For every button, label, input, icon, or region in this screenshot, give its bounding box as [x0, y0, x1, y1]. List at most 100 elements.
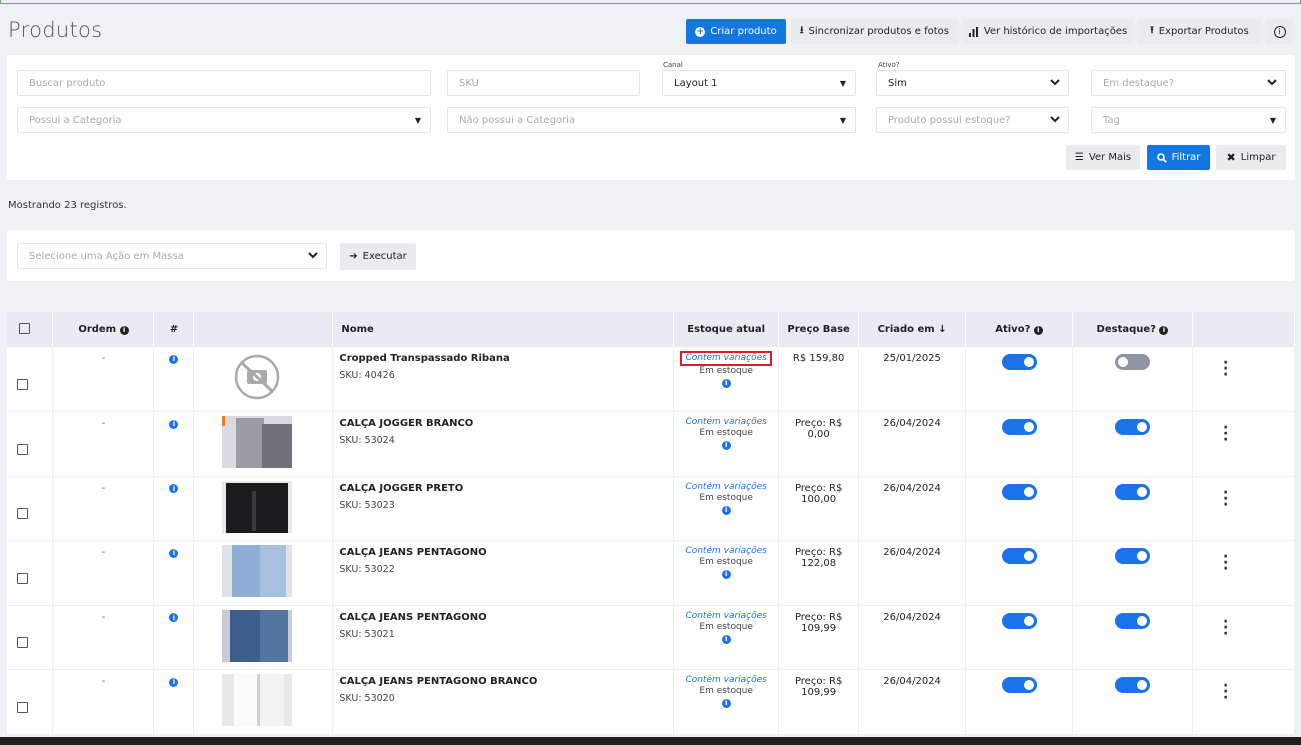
no-category-select[interactable]: Não possui a Categoria ▼ [447, 107, 856, 133]
row-checkbox[interactable] [17, 379, 28, 390]
info-icon[interactable]: i [721, 379, 731, 388]
sync-products-button[interactable]: ⭳ Sincronizar produtos e fotos [791, 19, 958, 44]
more-actions-icon[interactable]: · · · [1223, 421, 1228, 447]
active-toggle[interactable] [1001, 612, 1037, 629]
product-name[interactable]: CALÇA JEANS PENTAGONO BRANCO [339, 676, 667, 687]
featured-cell [1072, 669, 1193, 735]
variations-link[interactable]: Contém variações [682, 675, 769, 686]
stock-cell: Contém variações Em estoque i [673, 540, 780, 606]
has-stock-select[interactable]: Produto possui estoque? [876, 107, 1069, 133]
active-toggle[interactable] [1001, 483, 1037, 500]
search-input[interactable]: Buscar produto [17, 70, 431, 96]
more-filters-button[interactable]: ☰ Ver Mais [1066, 145, 1140, 170]
row-checkbox[interactable] [17, 637, 28, 649]
active-select[interactable]: Sim [876, 70, 1069, 96]
variations-link[interactable]: Contém variações [682, 482, 769, 493]
info-icon[interactable]: i [721, 570, 731, 579]
stock-status: Em estoque [699, 428, 753, 438]
product-image [222, 609, 293, 662]
variations-link[interactable]: Contém variações [682, 611, 769, 622]
clear-button[interactable]: ✖ Limpar [1216, 145, 1286, 170]
info-button[interactable]: i [1266, 19, 1293, 44]
more-actions-icon[interactable]: · · · [1223, 356, 1228, 382]
product-name[interactable]: CALÇA JOGGER BRANCO [339, 418, 667, 429]
info-icon[interactable]: i [721, 441, 731, 450]
row-checkbox[interactable] [17, 443, 28, 455]
header-stock[interactable]: Estoque atual [673, 312, 780, 347]
row-checkbox[interactable] [17, 572, 28, 584]
export-products-button[interactable]: ⭱ Exportar Produtos [1138, 19, 1261, 44]
name-cell: CALÇA JOGGER PRETO SKU: 53023 [332, 476, 675, 541]
sku-input[interactable]: SKU [447, 70, 640, 96]
featured-toggle[interactable] [1115, 612, 1150, 629]
row-checkbox[interactable] [17, 701, 28, 713]
header-name[interactable]: Nome [332, 312, 675, 347]
row-checkbox[interactable] [17, 508, 28, 520]
variations-link[interactable]: Contém variações [682, 546, 769, 557]
info-icon[interactable]: i [721, 505, 731, 515]
stock-status: Em estoque [699, 686, 753, 696]
execute-button[interactable]: ➔ Executar [340, 243, 416, 270]
bulk-action-select[interactable]: Selecione uma Ação em Massa [17, 243, 327, 269]
info-icon[interactable]: i [169, 613, 179, 622]
channel-select[interactable]: Layout 1 ▼ [662, 70, 856, 96]
featured-select[interactable]: Em destaque? [1091, 70, 1286, 96]
product-name[interactable]: CALÇA JEANS PENTAGONO [339, 547, 667, 558]
caret-down-icon: ▼ [839, 116, 846, 125]
header-select-all[interactable] [7, 312, 54, 347]
has-category-select[interactable]: Possui a Categoria ▼ [17, 107, 431, 133]
import-history-button[interactable]: Ver histórico de importações [963, 19, 1133, 44]
featured-cell [1072, 347, 1193, 412]
variations-link[interactable]: Contém variações [680, 351, 772, 366]
create-product-button[interactable]: + Criar produto [686, 19, 786, 44]
stock-status: Em estoque [699, 557, 753, 567]
info-icon[interactable]: i [169, 548, 179, 558]
select-all-checkbox[interactable] [19, 322, 30, 334]
info-icon[interactable]: i [169, 419, 179, 429]
header-created[interactable]: Criado em ↓ [858, 312, 967, 347]
order-cell: - [52, 476, 155, 541]
header-active[interactable]: Ativo? i [965, 312, 1074, 347]
info-icon[interactable]: i [169, 484, 179, 493]
featured-toggle[interactable] [1115, 419, 1150, 435]
image-cell [193, 347, 334, 412]
featured-toggle[interactable] [1115, 677, 1150, 693]
active-toggle[interactable] [1001, 548, 1037, 564]
top-accent-line [0, 0, 1301, 4]
more-actions-icon[interactable]: · · · [1223, 550, 1228, 576]
stock-cell: Contém variações Em estoque i [673, 347, 780, 412]
header-featured[interactable]: Destaque? i [1072, 312, 1193, 347]
active-toggle[interactable] [1001, 354, 1037, 370]
active-cell [965, 540, 1074, 606]
product-image [222, 480, 293, 533]
header-order[interactable]: Ordem i [52, 312, 155, 347]
more-actions-icon[interactable]: · · · [1223, 679, 1228, 705]
active-toggle[interactable] [1001, 677, 1037, 693]
product-name[interactable]: CALÇA JEANS PENTAGONO [339, 612, 667, 623]
header-base-price[interactable]: Preço Base [778, 312, 860, 347]
caret-down-icon: ▼ [414, 116, 421, 125]
bulk-action-panel: Selecione uma Ação em Massa ➔ Executar [7, 230, 1295, 281]
stock-status: Em estoque [699, 621, 753, 632]
product-name[interactable]: CALÇA JOGGER PRETO [339, 483, 667, 494]
featured-toggle[interactable] [1115, 354, 1150, 370]
product-name[interactable]: Cropped Transpassado Ribana [339, 353, 667, 364]
created-cell: 25/01/2025 [858, 347, 967, 412]
more-actions-icon[interactable]: · · · [1223, 486, 1228, 512]
featured-toggle[interactable] [1115, 483, 1150, 500]
chevron-down-icon [1050, 79, 1060, 86]
created-cell: 26/04/2024 [858, 476, 967, 541]
info-circle-icon: i [1273, 25, 1286, 38]
filter-button[interactable]: Filtrar [1147, 145, 1210, 170]
table-row: - i Cropped Transpassado Ribana SKU: 40426 C… [7, 347, 1296, 412]
tag-select[interactable]: Tag ▼ [1091, 107, 1286, 133]
featured-toggle[interactable] [1115, 548, 1150, 564]
info-icon[interactable]: i [169, 354, 179, 364]
info-icon[interactable]: i [721, 699, 731, 708]
info-icon[interactable]: i [721, 634, 731, 644]
info-icon[interactable]: i [169, 677, 179, 687]
active-toggle[interactable] [1001, 419, 1037, 435]
variations-link[interactable]: Contém variações [682, 417, 769, 428]
more-actions-icon[interactable]: · · · [1223, 615, 1228, 641]
price-cell: Preço: R$ 109,99 [778, 669, 860, 735]
